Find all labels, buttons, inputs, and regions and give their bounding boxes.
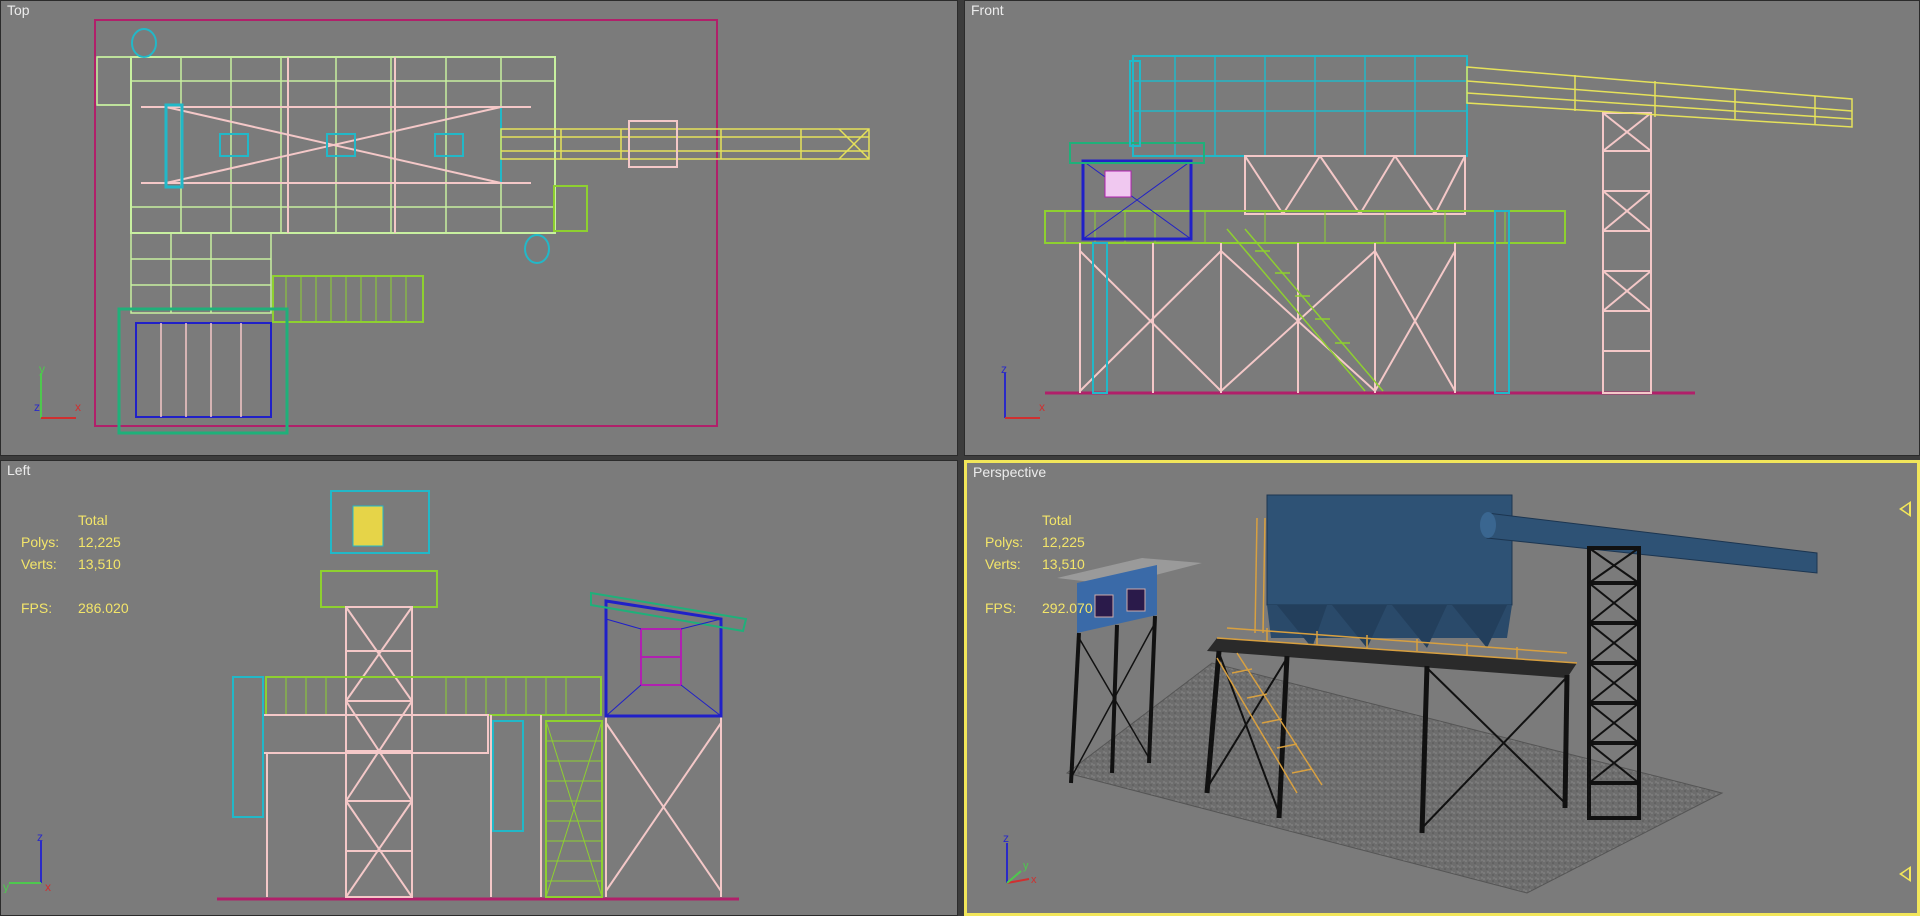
axis-label-z: z [1003,833,1009,845]
left-view-wireframe [217,490,748,901]
axis-tripod-front: z x [1001,363,1045,419]
axis-tripod-left: z y x [3,833,51,893]
viewport-left[interactable]: Left Total Polys: 12,225 Verts: 13,510 FPS… [0,460,958,916]
viewport-top[interactable]: Top y z x [0,0,958,456]
top-view-wireframe [94,19,870,435]
viewport-label-top[interactable]: Top [7,2,30,18]
axis-tripod-top: y z x [34,363,81,419]
viewport-front[interactable]: Front z x [964,0,1920,456]
axis-label-x: x [1031,874,1037,886]
axis-label-x: x [75,400,81,414]
axis-label-y: y [39,363,45,376]
fps-value: 292.070 [1042,600,1093,616]
fps-label: FPS: [21,600,53,616]
polys-label: Polys: [21,534,60,550]
stats-header: Total [1042,512,1072,528]
fps-value: 286.020 [78,600,129,616]
axis-label-x: x [45,880,51,893]
viewport-label-front[interactable]: Front [971,2,1004,18]
viewport-scroll-arrow-bottom[interactable] [1899,866,1911,882]
polys-label: Polys: [985,534,1024,550]
polys-value: 12,225 [78,534,121,550]
viewport-perspective[interactable]: Perspective Total Polys: 12,225 Verts: 13,… [964,460,1920,916]
verts-value: 13,510 [78,556,121,572]
stats-header: Total [78,512,108,528]
viewport-label-left[interactable]: Left [7,462,30,478]
statistics-overlay-left: Total Polys: 12,225 Verts: 13,510 FPS: 286.… [21,509,129,619]
axis-tripod-perspective: z y x [1003,833,1037,886]
verts-label: Verts: [985,556,1021,572]
axis-label-z: z [37,833,43,844]
viewport-scroll-arrow-top[interactable] [1899,501,1911,517]
polys-value: 12,225 [1042,534,1085,550]
fps-label: FPS: [985,600,1017,616]
verts-value: 13,510 [1042,556,1085,572]
axis-label-z: z [1001,363,1007,376]
statistics-overlay-perspective: Total Polys: 12,225 Verts: 13,510 FPS: 292.… [985,509,1093,619]
viewport-label-perspective[interactable]: Perspective [973,464,1046,480]
verts-label: Verts: [21,556,57,572]
front-view-wireframe [1044,55,1853,395]
axis-label-x: x [1039,400,1045,414]
axis-label-y: y [1023,860,1029,872]
axis-label-y: y [3,880,9,893]
perspective-render [1057,494,1818,894]
axis-label-z: z [34,400,40,414]
